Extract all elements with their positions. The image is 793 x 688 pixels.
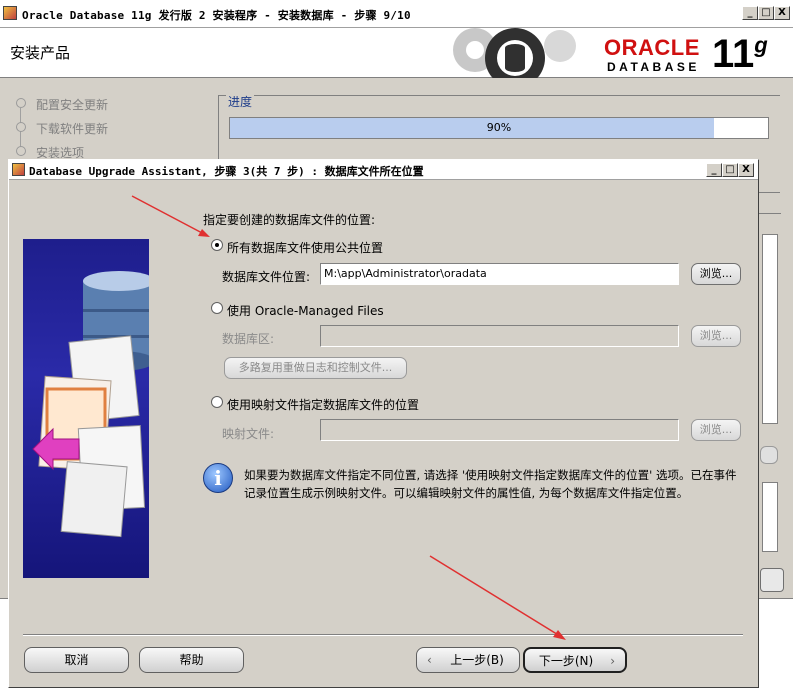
annotation-arrows xyxy=(131,195,566,640)
annotation-arrowhead-2 xyxy=(553,630,566,640)
annotation-arrowhead-1 xyxy=(198,229,210,237)
annotation-arrow-1 xyxy=(131,195,205,235)
annotation-arrow-2 xyxy=(429,555,561,637)
